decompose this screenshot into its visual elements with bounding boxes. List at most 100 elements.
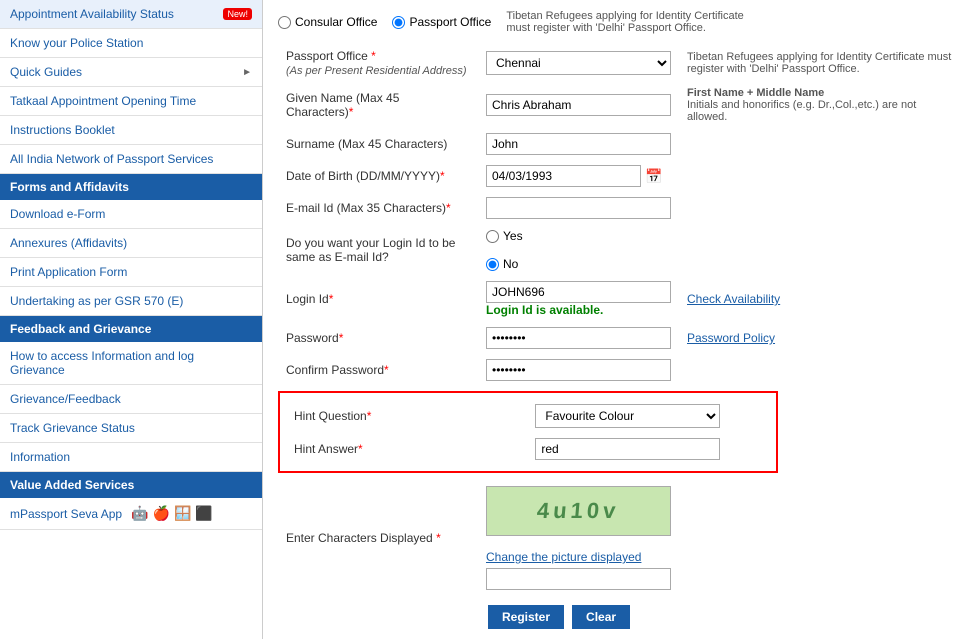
- given-name-info-cell: First Name + Middle Name Initials and ho…: [679, 82, 965, 128]
- passport-office-info: Tibetan Refugees applying for Identity C…: [506, 10, 766, 34]
- passport-office-label-cell: Passport Office * (As per Present Reside…: [278, 44, 478, 82]
- given-name-input[interactable]: [486, 94, 671, 116]
- captcha-label-cell: Enter Characters Displayed *: [278, 481, 478, 595]
- sidebar-item-label: Print Application Form: [10, 265, 127, 279]
- sidebar-item-label: Track Grievance Status: [10, 421, 135, 435]
- radio-consular[interactable]: [278, 16, 291, 29]
- sidebar-item-label: Undertaking as per GSR 570 (E): [10, 294, 183, 308]
- sidebar-item-undertaking[interactable]: Undertaking as per GSR 570 (E): [0, 287, 262, 316]
- sidebar-item-download-eform[interactable]: Download e-Form: [0, 200, 262, 229]
- sidebar-item-quick-guides[interactable]: Quick Guides ►: [0, 58, 262, 87]
- surname-input-cell: [478, 128, 679, 160]
- sidebar-item-label: How to access Information and log Grieva…: [10, 349, 252, 377]
- hint-answer-label-cell: Hint Answer*: [286, 433, 527, 465]
- hint-form-table: Hint Question* Favourite Colour Pet Name…: [286, 399, 770, 465]
- sidebar-item-all-india[interactable]: All India Network of Passport Services: [0, 145, 262, 174]
- email-label-cell: E-mail Id (Max 35 Characters)*: [278, 192, 478, 224]
- sidebar-item-information[interactable]: Information: [0, 443, 262, 472]
- hint-question-input-cell: Favourite Colour Pet Name Mother's Maide…: [527, 399, 770, 433]
- radio-consular-label[interactable]: Consular Office: [278, 15, 377, 29]
- registration-form: Passport Office * (As per Present Reside…: [278, 44, 965, 386]
- dob-label-cell: Date of Birth (DD/MM/YYYY)*: [278, 160, 478, 192]
- given-name-row: Given Name (Max 45 Characters)* First Na…: [278, 82, 965, 128]
- confirm-password-input[interactable]: [486, 359, 671, 381]
- sidebar-item-label: Information: [10, 450, 70, 464]
- radio-passport-label[interactable]: Passport Office: [392, 15, 491, 29]
- hint-question-label-cell: Hint Question*: [286, 399, 527, 433]
- sidebar-item-annexures[interactable]: Annexures (Affidavits): [0, 229, 262, 258]
- radio-no-label[interactable]: No: [486, 257, 671, 271]
- surname-input[interactable]: [486, 133, 671, 155]
- hint-question-select[interactable]: Favourite Colour Pet Name Mother's Maide…: [535, 404, 720, 428]
- sidebar-item-appointment[interactable]: Appointment Availability Status New!: [0, 0, 262, 29]
- calendar-icon[interactable]: 📅: [645, 168, 662, 185]
- sidebar-item-how-to-access[interactable]: How to access Information and log Grieva…: [0, 342, 262, 385]
- given-name-input-cell: [478, 82, 679, 128]
- login-id-input-cell: Login Id is available.: [478, 276, 679, 322]
- surname-label-cell: Surname (Max 45 Characters): [278, 128, 478, 160]
- password-label-cell: Password*: [278, 322, 478, 354]
- check-availability-cell: Check Availability: [679, 276, 965, 322]
- radio-yes[interactable]: [486, 230, 499, 243]
- passport-office-select[interactable]: Chennai Delhi Mumbai Kolkata: [486, 51, 671, 75]
- clear-button[interactable]: Clear: [572, 605, 630, 629]
- password-row: Password* Password Policy: [278, 322, 965, 354]
- sidebar-item-track-grievance[interactable]: Track Grievance Status: [0, 414, 262, 443]
- confirm-password-label-cell: Confirm Password*: [278, 354, 478, 386]
- login-id-row: Login Id* Login Id is available. Check A…: [278, 276, 965, 322]
- sidebar-item-mpassport[interactable]: mPassport Seva App 🤖 🍎 🪟 ⬛: [0, 498, 262, 530]
- sidebar-item-label: Grievance/Feedback: [10, 392, 121, 406]
- hint-answer-input[interactable]: [535, 438, 720, 460]
- sidebar-item-label: Quick Guides: [10, 65, 82, 79]
- radio-yes-text: Yes: [503, 229, 523, 243]
- sidebar-item-instructions[interactable]: Instructions Booklet: [0, 116, 262, 145]
- password-policy-cell: Password Policy: [679, 322, 965, 354]
- dob-input-cell: 📅: [478, 160, 678, 192]
- office-type-radio-group: Consular Office Passport Office Tibetan …: [278, 10, 965, 34]
- sidebar-item-grievance-feedback[interactable]: Grievance/Feedback: [0, 385, 262, 414]
- form-buttons: Register Clear: [278, 605, 965, 629]
- sidebar-item-police[interactable]: Know your Police Station: [0, 29, 262, 58]
- check-availability-link[interactable]: Check Availability: [687, 292, 780, 306]
- app-icons: 🤖 🍎 🪟 ⬛: [131, 505, 212, 521]
- hint-box: Hint Question* Favourite Colour Pet Name…: [278, 391, 778, 473]
- captcha-row: Enter Characters Displayed * 4u10v Chang…: [278, 481, 965, 595]
- sidebar-item-label: Know your Police Station: [10, 36, 143, 50]
- sidebar-item-tatkaal[interactable]: Tatkaal Appointment Opening Time: [0, 87, 262, 116]
- login-same-label-cell: Do you want your Login Id to be same as …: [278, 224, 478, 276]
- captcha-input[interactable]: [486, 568, 671, 590]
- radio-yes-label[interactable]: Yes: [486, 229, 671, 243]
- sidebar: Appointment Availability Status New! Kno…: [0, 0, 263, 639]
- sidebar-item-label: Instructions Booklet: [10, 123, 115, 137]
- confirm-password-input-cell: [478, 354, 679, 386]
- sidebar-item-label: Annexures (Affidavits): [10, 236, 127, 250]
- email-row: E-mail Id (Max 35 Characters)*: [278, 192, 965, 224]
- passport-office-input-cell: Chennai Delhi Mumbai Kolkata: [478, 44, 679, 82]
- hint-answer-row: Hint Answer*: [286, 433, 770, 465]
- chevron-right-icon: ►: [242, 67, 252, 78]
- register-button[interactable]: Register: [488, 605, 564, 629]
- password-input[interactable]: [486, 327, 671, 349]
- radio-no-text: No: [503, 257, 518, 271]
- login-available-text: Login Id is available.: [486, 303, 603, 317]
- section-header-forms: Forms and Affidavits: [0, 174, 262, 200]
- login-id-input[interactable]: [486, 281, 671, 303]
- password-policy-link[interactable]: Password Policy: [687, 331, 775, 345]
- sidebar-item-label: All India Network of Passport Services: [10, 152, 213, 166]
- new-badge: New!: [223, 8, 252, 20]
- radio-consular-text: Consular Office: [295, 15, 377, 29]
- sidebar-item-print-form[interactable]: Print Application Form: [0, 258, 262, 287]
- passport-office-row: Passport Office * (As per Present Reside…: [278, 44, 965, 82]
- passport-office-info-cell: Tibetan Refugees applying for Identity C…: [679, 44, 965, 82]
- email-input[interactable]: [486, 197, 671, 219]
- hint-question-row: Hint Question* Favourite Colour Pet Name…: [286, 399, 770, 433]
- change-picture-link[interactable]: Change the picture displayed: [486, 550, 641, 564]
- login-id-label-cell: Login Id*: [278, 276, 478, 322]
- dob-input[interactable]: [486, 165, 641, 187]
- sidebar-item-label: Tatkaal Appointment Opening Time: [10, 94, 196, 108]
- radio-no[interactable]: [486, 258, 499, 271]
- hint-answer-input-cell: [527, 433, 770, 465]
- radio-passport[interactable]: [392, 16, 405, 29]
- login-same-email-row: Do you want your Login Id to be same as …: [278, 224, 965, 276]
- sidebar-item-label: Download e-Form: [10, 207, 105, 221]
